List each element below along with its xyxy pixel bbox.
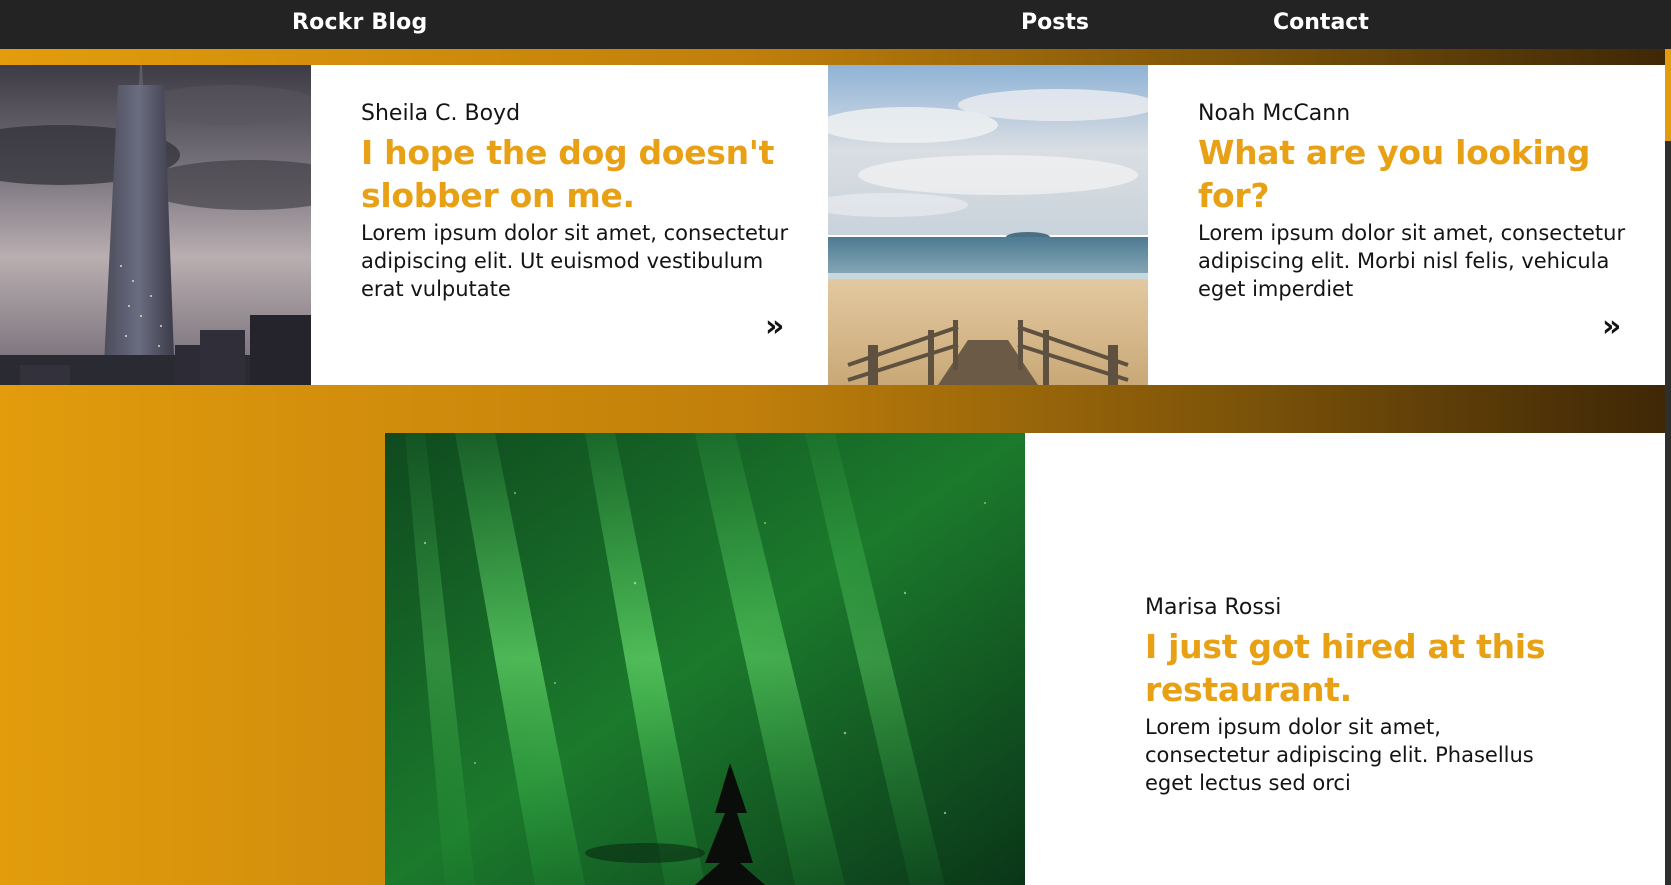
- post-content: Sheila C. Boyd I hope the dog doesn't sl…: [361, 101, 791, 303]
- post-content: Marisa Rossi I just got hired at this re…: [1145, 595, 1565, 797]
- brand-link[interactable]: Rockr Blog: [292, 10, 427, 35]
- post-author: Marisa Rossi: [1145, 595, 1282, 620]
- post-excerpt: Lorem ipsum dolor sit amet, consectetur …: [1198, 221, 1626, 302]
- read-more-double-chevron-icon[interactable]: »: [765, 312, 784, 342]
- post-title[interactable]: What are you looking for?: [1198, 131, 1628, 217]
- post-card: Marisa Rossi I just got hired at this re…: [385, 433, 1665, 885]
- nav-link-posts[interactable]: Posts: [1021, 10, 1089, 35]
- post-image-beach[interactable]: [828, 65, 1148, 385]
- scrollbar-thumb[interactable]: [1665, 49, 1671, 141]
- post-card: Noah McCann What are you looking for? Lo…: [828, 65, 1665, 385]
- aurora-tree-picture: [385, 433, 1025, 885]
- post-title[interactable]: I just got hired at this restaurant.: [1145, 625, 1565, 711]
- city-skyline-picture: [0, 65, 311, 385]
- post-author: Noah McCann: [1198, 101, 1351, 126]
- post-excerpt: Lorem ipsum dolor sit amet, consectetur …: [1145, 715, 1534, 796]
- top-navbar: Rockr Blog Posts Contact: [0, 0, 1671, 49]
- post-card: Sheila C. Boyd I hope the dog doesn't sl…: [0, 65, 828, 385]
- read-more-double-chevron-icon[interactable]: »: [1602, 312, 1621, 342]
- post-image-city[interactable]: [0, 65, 311, 385]
- post-image-aurora[interactable]: [385, 433, 1025, 885]
- post-title[interactable]: I hope the dog doesn't slobber on me.: [361, 131, 791, 217]
- post-author: Sheila C. Boyd: [361, 101, 521, 126]
- page-scrollbar[interactable]: [1665, 49, 1671, 885]
- beach-boardwalk-picture: [828, 65, 1148, 385]
- post-excerpt: Lorem ipsum dolor sit amet, consectetur …: [361, 221, 789, 302]
- post-content: Noah McCann What are you looking for? Lo…: [1198, 101, 1628, 303]
- nav-link-contact[interactable]: Contact: [1273, 10, 1369, 35]
